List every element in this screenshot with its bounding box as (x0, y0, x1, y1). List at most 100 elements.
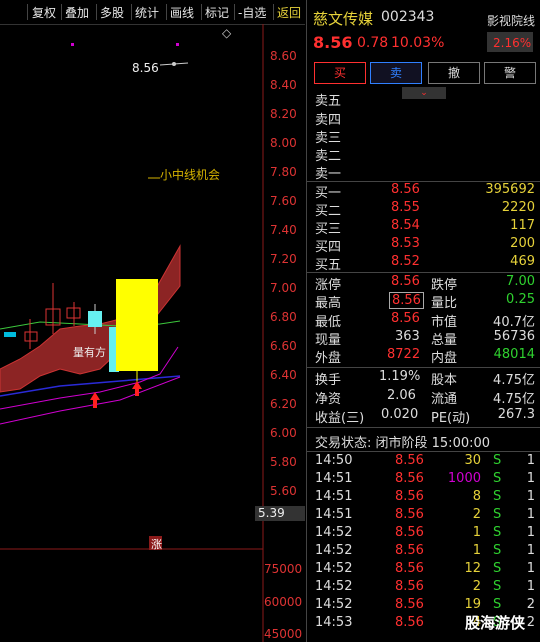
price-tick: 7.40 (270, 223, 297, 237)
buy-button[interactable]: 买 (314, 62, 366, 84)
outer-volume-value: 8722 (387, 347, 421, 362)
volume-tick: 45000 (264, 627, 303, 641)
tick-price: 8.56 (395, 525, 424, 540)
buy-level-volume: 200 (510, 236, 535, 251)
sell-button[interactable]: 卖 (370, 62, 422, 84)
tick-count: 2 (526, 597, 535, 612)
pe-label: PE(动) (431, 411, 471, 426)
price-tick: 6.60 (270, 339, 297, 353)
sell-level-label: 卖三 (315, 131, 342, 146)
tick-volume: 19 (464, 597, 481, 612)
trade-status: 交易状态: 闭市阶段 15:00:00 (315, 436, 491, 451)
buy-level-row[interactable]: 买四 8.53 200 (307, 236, 540, 255)
tick-row[interactable]: 14:51 8.56 8 S 1 (307, 489, 540, 507)
tick-price: 8.56 (395, 543, 424, 558)
tick-side: S (493, 543, 502, 558)
price-tick: 8.20 (270, 107, 297, 121)
tick-price: 8.56 (395, 489, 424, 504)
share-capital-value: 4.75亿 (493, 373, 535, 388)
tick-price: 8.56 (395, 507, 424, 522)
price-tick: 6.20 (270, 397, 297, 411)
tick-time: 14:53 (315, 615, 353, 630)
toolbar-mark-button[interactable]: 标记 (205, 4, 229, 21)
tick-row[interactable]: 14:52 8.56 12 S 1 (307, 561, 540, 579)
high-label: 最高 (315, 296, 342, 311)
tick-side: S (493, 579, 502, 594)
total-volume-value: 56736 (493, 329, 535, 344)
volume-ratio-value: 0.25 (506, 292, 535, 307)
high-value: 8.56 (389, 292, 424, 309)
eps-label: 收益(三) (315, 411, 365, 426)
tick-side: S (493, 471, 502, 486)
tick-row[interactable]: 14:52 8.56 2 S 1 (307, 579, 540, 597)
low-label: 最低 (315, 315, 342, 330)
price-tick: 5.60 (270, 484, 297, 498)
limit-down-label: 跌停 (431, 278, 458, 293)
tick-time: 14:52 (315, 525, 353, 540)
tick-price: 8.56 (395, 579, 424, 594)
tick-row[interactable]: 14:51 8.56 1000 S 1 (307, 471, 540, 489)
tick-time: 14:51 (315, 507, 353, 522)
watermark-text: 股海游侠 (465, 614, 526, 632)
sector-pct: 2.16% (493, 36, 532, 50)
price-tick: 8.60 (270, 49, 297, 63)
toolbar-multi-stock-button[interactable]: 多股 (100, 4, 124, 21)
tick-row[interactable]: 14:50 8.56 30 S 1 (307, 453, 540, 471)
buy-level-label: 买四 (315, 240, 342, 255)
alert-button[interactable]: 警 (484, 62, 536, 84)
sell-level-label: 卖五 (315, 94, 342, 109)
sell-level-label: 卖四 (315, 113, 342, 128)
cancel-button[interactable]: 撤 (428, 62, 480, 84)
chart-settings-icon[interactable]: ◇ (222, 26, 231, 40)
tick-count: 1 (526, 453, 535, 468)
price-tick: 7.60 (270, 194, 297, 208)
toolbar-fuquan-button[interactable]: 复权 (32, 4, 56, 21)
tick-count: 1 (526, 579, 535, 594)
toolbar-draw-button[interactable]: 画线 (170, 4, 194, 21)
toolbar-overlay-button[interactable]: 叠加 (65, 4, 89, 21)
limit-up-label: 涨停 (315, 278, 342, 293)
tick-time: 14:52 (315, 561, 353, 576)
sell-level-label: 卖一 (315, 167, 342, 182)
market-cap-label: 市值 (431, 315, 458, 330)
tick-volume: 2 (472, 507, 481, 522)
kline-chart[interactable]: ◇ 8.56 小中线机会 量有方 8.60 8.40 8.20 8.00 7.8… (0, 24, 305, 642)
toolbar-watchlist-button[interactable]: -自选 (238, 4, 266, 21)
price-tick: 5.80 (270, 455, 297, 469)
tick-row[interactable]: 14:51 8.56 2 S 1 (307, 507, 540, 525)
price-tick: 7.20 (270, 252, 297, 266)
tick-volume: 1 (472, 543, 481, 558)
buy-level-label: 买一 (315, 186, 342, 201)
tick-price: 8.56 (395, 597, 424, 612)
float-shares-value: 4.75亿 (493, 392, 535, 407)
buy-level-label: 买二 (315, 204, 342, 219)
pe-value: 267.3 (497, 407, 535, 422)
high-price-label: 8.56 (132, 61, 159, 75)
tick-price: 8.56 (395, 561, 424, 576)
low-value: 8.56 (391, 311, 420, 326)
tick-time: 14:52 (315, 543, 353, 558)
net-assets-label: 净资 (315, 392, 342, 407)
buy-level-row[interactable]: 买二 8.55 2220 (307, 200, 540, 219)
volume-ratio-label: 量比 (431, 296, 458, 311)
tick-side: S (493, 489, 502, 504)
buy-level-row[interactable]: 买三 8.54 117 (307, 218, 540, 237)
float-shares-label: 流通 (431, 392, 458, 407)
tick-row[interactable]: 14:52 8.56 1 S 1 (307, 543, 540, 561)
sector-tag[interactable]: 影视院线 (487, 12, 535, 29)
buy-level-row[interactable]: 买五 8.52 469 (307, 254, 540, 273)
tick-count: 1 (526, 471, 535, 486)
price-tick: 6.00 (270, 426, 297, 440)
net-assets-value: 2.06 (387, 388, 416, 403)
price-change: 0.78 (357, 35, 389, 51)
total-volume-label: 总量 (431, 333, 458, 348)
stock-code: 002343 (381, 9, 435, 25)
tick-row[interactable]: 14:52 8.56 1 S 1 (307, 525, 540, 543)
tick-price: 8.56 (395, 453, 424, 468)
toolbar-stats-button[interactable]: 统计 (135, 4, 159, 21)
buy-level-row[interactable]: 买一 8.56 395692 (307, 182, 540, 201)
buy-level-price: 8.56 (391, 182, 420, 197)
limit-up-value: 8.56 (391, 274, 420, 289)
toolbar-return-button[interactable]: 返回 (277, 4, 301, 21)
share-capital-label: 股本 (431, 373, 458, 388)
